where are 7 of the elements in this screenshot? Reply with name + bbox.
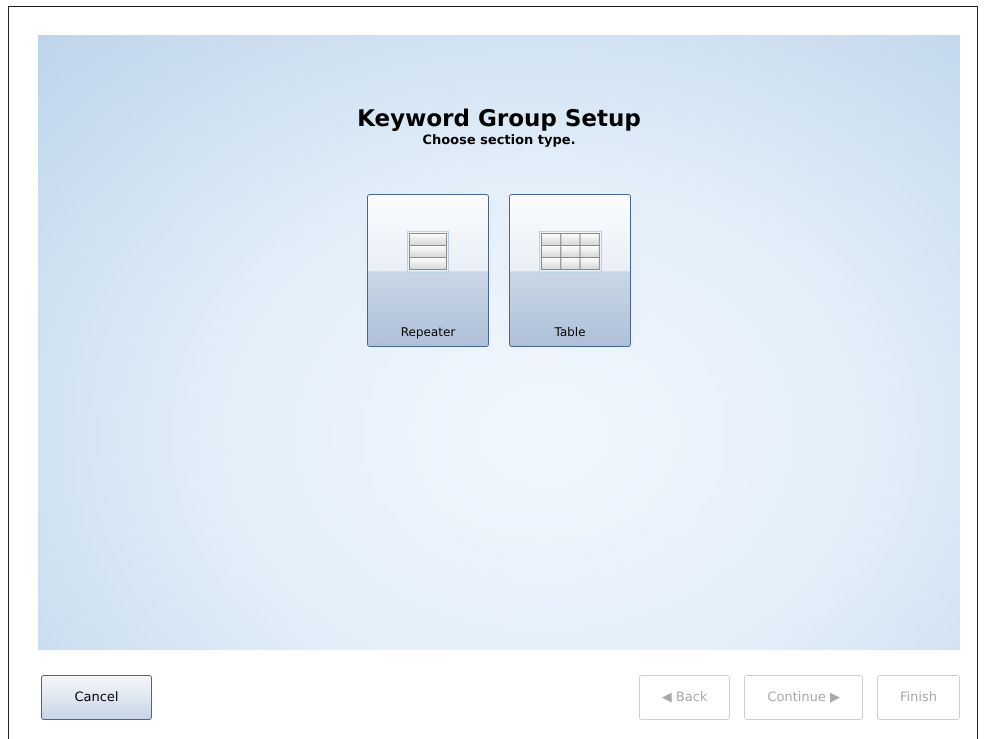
- setup-subtitle: Choose section type.: [422, 133, 576, 149]
- cancel-button[interactable]: Cancel: [41, 675, 152, 720]
- setup-title: Keyword Group Setup: [357, 105, 641, 133]
- table-grid-icon: [538, 231, 602, 273]
- section-type-button[interactable]: Table: [509, 194, 631, 347]
- stacked-rows-icon: [407, 231, 449, 273]
- section-type-button[interactable]: Repeater: [367, 194, 489, 347]
